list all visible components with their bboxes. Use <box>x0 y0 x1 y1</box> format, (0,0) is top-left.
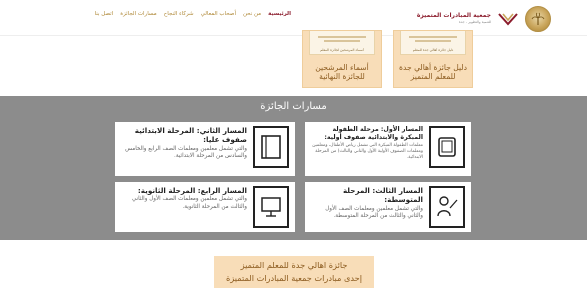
nav-contact[interactable]: اتصل بنا <box>95 11 114 17</box>
brand-text: جمعية المبادرات المتميزة للتنمية والتطوي… <box>417 13 491 25</box>
brand-name: جمعية المبادرات المتميزة <box>416 12 491 20</box>
site-header: جمعية المبادرات المتميزة للتنمية والتطوي… <box>0 0 587 36</box>
nav-home[interactable]: الرئيسية <box>268 11 291 17</box>
nav-partners[interactable]: شركاء النجاح <box>164 11 194 17</box>
award-banner: جائزة اهالي جدة للمعلم المتميز إحدى مباد… <box>214 256 374 288</box>
nav-award-tracks[interactable]: مسارات الجائزة <box>120 11 157 17</box>
track-card-1[interactable]: المسار الأول: مرحلة الطفولة المبكرة والا… <box>305 122 471 176</box>
track-card-4[interactable]: المسار الرابع: المرحلة الثانوية: والتي ت… <box>115 182 295 232</box>
nav-excellencies[interactable]: أصحاب المعالي <box>201 11 236 17</box>
tablet-icon <box>429 126 465 168</box>
main-nav: الرئيسية من نحن أصحاب المعالي شركاء النج… <box>95 11 291 17</box>
track-title: المسار الأول: مرحلة الطفولة المبكرة والا… <box>324 126 423 142</box>
nav-about[interactable]: من نحن <box>243 11 261 17</box>
banner-subtitle: إحدى مبادرات جمعية المبادرات المتميزة <box>225 273 363 283</box>
publication-cover-caption: دليل جائزة أهالي جدة للمعلم <box>412 48 454 52</box>
monitor-icon <box>253 186 289 228</box>
banner-title: جائزة اهالي جدة للمعلم المتميز <box>240 260 348 270</box>
track-title: المسار الثاني: المرحلة الابتدائية صفوف ع… <box>134 126 247 145</box>
publication-cover-caption: أسماء المرشحين لجائزة المعلم <box>320 48 364 52</box>
track-card-2[interactable]: المسار الثاني: المرحلة الابتدائية صفوف ع… <box>115 122 295 176</box>
teacher-icon <box>429 186 465 228</box>
publication-cover: أسماء المرشحين لجائزة المعلم <box>309 31 375 55</box>
publication-title[interactable]: أسماء المرشحين للجائزة النهائية <box>305 63 379 81</box>
track-title: المسار الثالث: المرحلة المتوسطة: <box>342 186 423 205</box>
track-description: معلمات الطفولة المبكرة التي تشمل رياض ال… <box>312 143 423 161</box>
track-description: والتي تشمل معلمين ومعلمات الصف الأول وال… <box>131 196 247 210</box>
track-description: والتي تشمل معلمين ومعلمات الصف الأول وال… <box>325 205 423 220</box>
book-icon <box>253 126 289 168</box>
publication-cover: دليل جائزة أهالي جدة للمعلم <box>400 31 466 55</box>
association-logo-mark <box>497 10 519 28</box>
award-seal-logo[interactable] <box>525 6 551 32</box>
logo-group[interactable]: جمعية المبادرات المتميزة للتنمية والتطوي… <box>417 6 551 32</box>
track-description: والتي تشمل معلمين ومعلمات الصف الرابع وا… <box>125 145 247 160</box>
track-title: المسار الرابع: المرحلة الثانوية: <box>137 186 247 195</box>
publication-card-guide[interactable]: دليل جائزة أهالي جدة للمعلم دليل جائزة أ… <box>393 30 473 88</box>
section-title: مسارات الجائزة <box>260 101 327 112</box>
track-card-3[interactable]: المسار الثالث: المرحلة المتوسطة: والتي ت… <box>305 182 471 232</box>
publication-card-nominees[interactable]: أسماء المرشحين لجائزة المعلم أسماء المرش… <box>302 30 382 88</box>
publication-title[interactable]: دليل جائزة أهالي جدة للمعلم المتميز <box>396 63 470 81</box>
brand-subtitle: للتنمية والتطوير - جدة <box>458 20 491 25</box>
palm-emblem-icon <box>531 12 545 25</box>
